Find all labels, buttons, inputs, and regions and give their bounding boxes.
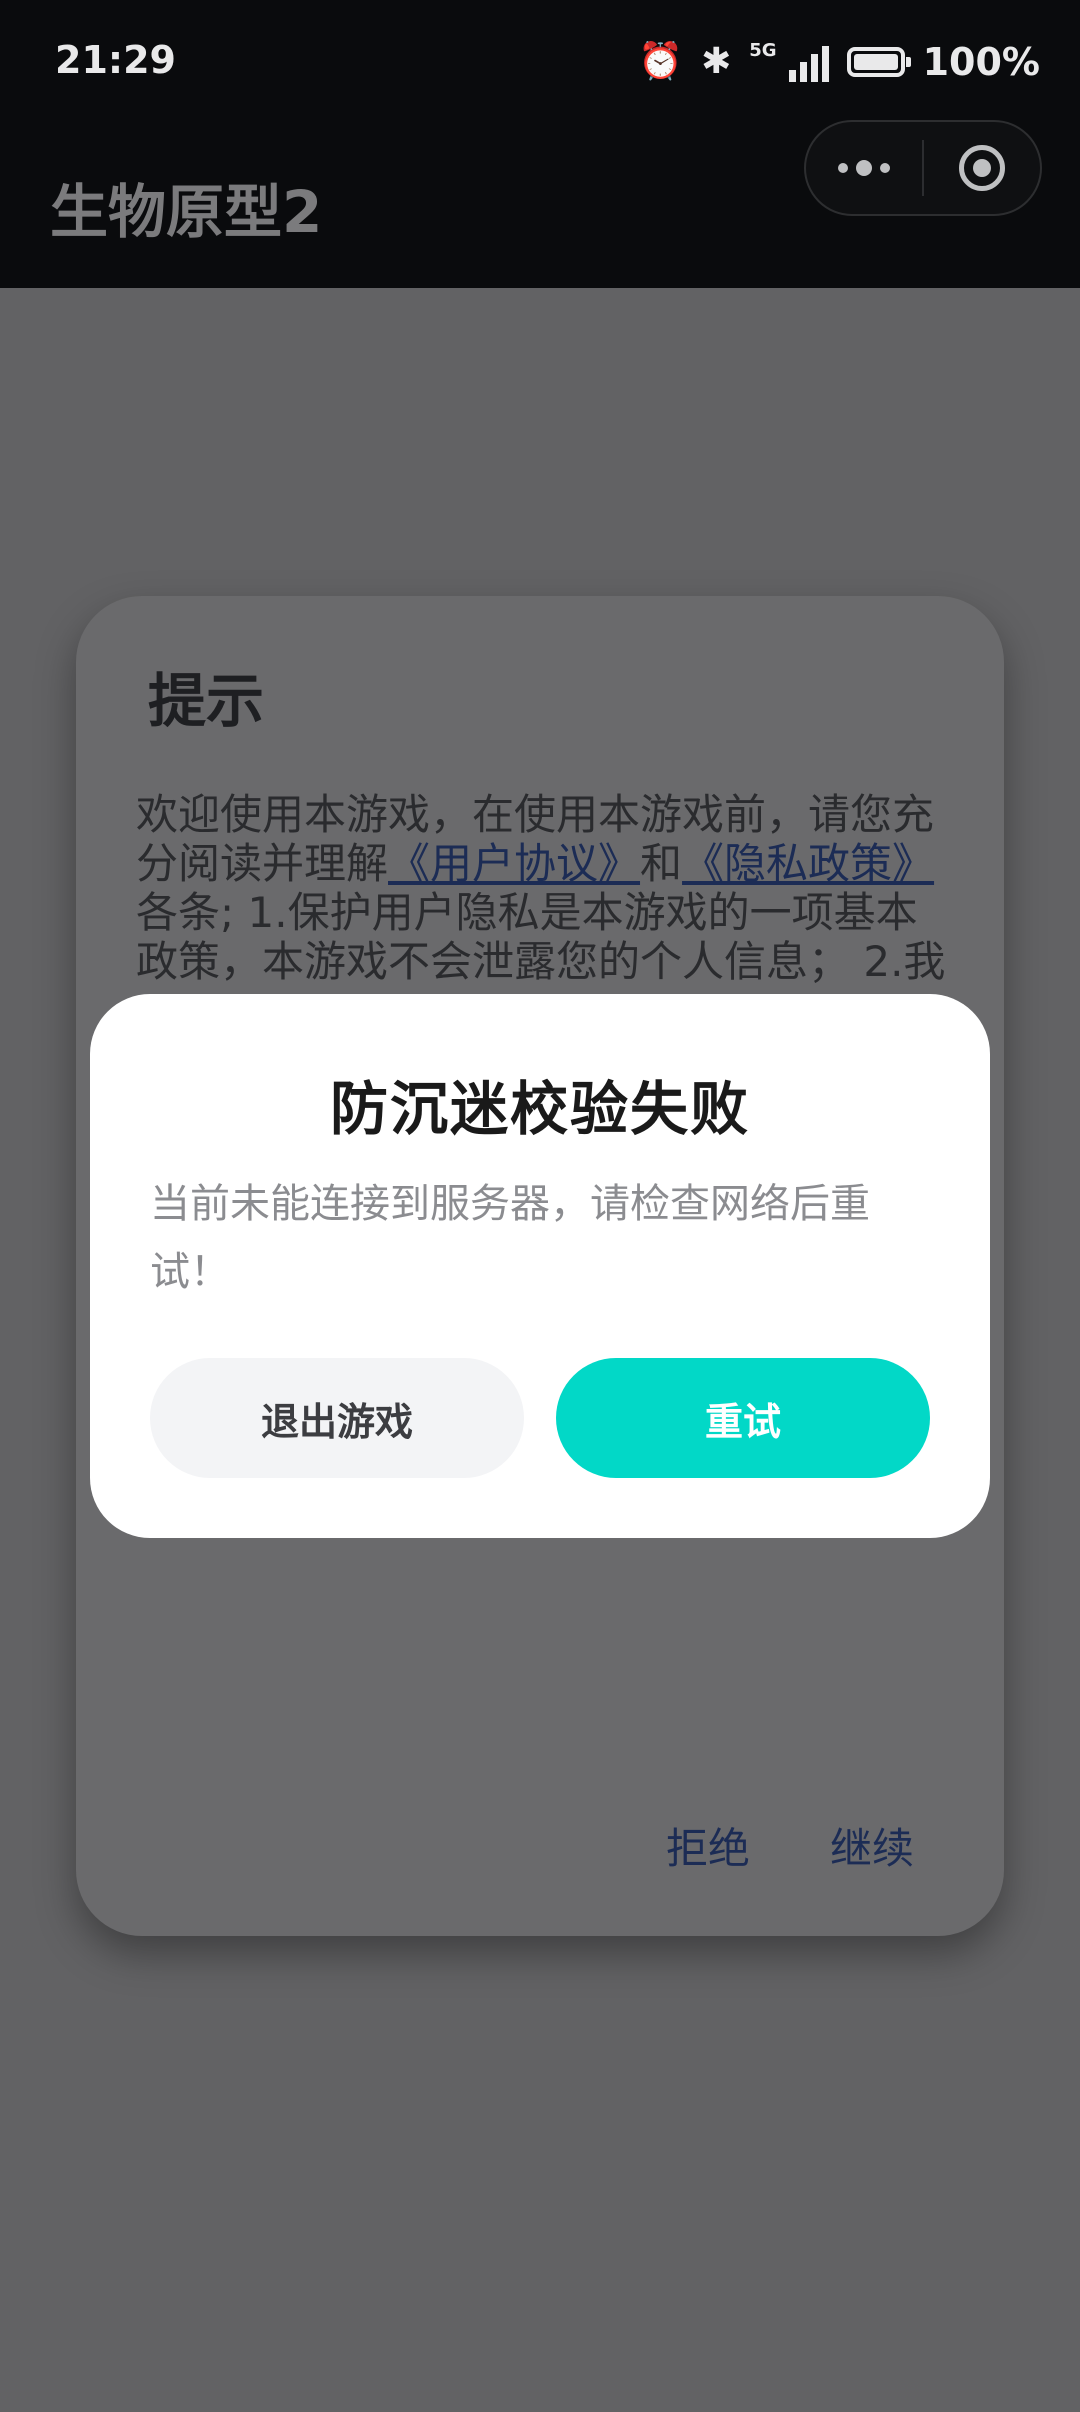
privacy-dialog-body: 欢迎使用本游戏，在使用本游戏前，请您充分阅读并理解《用户协议》和《隐私政策》各条… — [136, 790, 948, 986]
alarm-icon: ⏰ — [638, 41, 684, 82]
privacy-dialog-title: 提示 — [148, 667, 265, 735]
privacy-body-and: 和 — [640, 839, 683, 888]
top-bar: 21:29 ⏰ ✱ 5G 100% 生物原型2 — [0, 0, 1080, 288]
status-time: 21:29 — [55, 38, 176, 82]
close-target-icon[interactable] — [924, 145, 1040, 191]
page-title: 生物原型2 — [50, 178, 323, 246]
network-type: 5G — [749, 39, 777, 61]
signal-icon — [788, 42, 829, 82]
more-icon[interactable] — [806, 160, 922, 176]
privacy-dialog-actions: 拒绝 继续 — [666, 1815, 914, 1876]
modal-message: 当前未能连接到服务器，请检查网络后重试！ — [150, 1181, 870, 1295]
bluetooth-icon: ✱ — [701, 41, 732, 82]
battery-percent: 100% — [922, 40, 1040, 84]
anti-addiction-modal: 防沉迷校验失败 当前未能连接到服务器，请检查网络后重试！ 退出游戏 重试 — [90, 994, 990, 1538]
user-agreement-link[interactable]: 《用户协议》 — [388, 839, 640, 888]
retry-button[interactable]: 重试 — [556, 1358, 930, 1478]
modal-title: 防沉迷校验失败 — [329, 1075, 750, 1143]
privacy-policy-link[interactable]: 《隐私政策》 — [682, 839, 934, 888]
privacy-body-suffix: 各条; 1.保护用户隐私是本游戏的一项基本政策，本游戏不会泄露您的个人信息； 2… — [136, 888, 946, 986]
reject-button[interactable]: 拒绝 — [666, 1815, 750, 1876]
battery-icon — [846, 47, 911, 77]
status-icons: ⏰ ✱ 5G 100% — [638, 34, 1040, 90]
exit-game-button[interactable]: 退出游戏 — [150, 1358, 524, 1478]
continue-button[interactable]: 继续 — [830, 1815, 914, 1876]
miniprogram-capsule — [804, 120, 1042, 216]
